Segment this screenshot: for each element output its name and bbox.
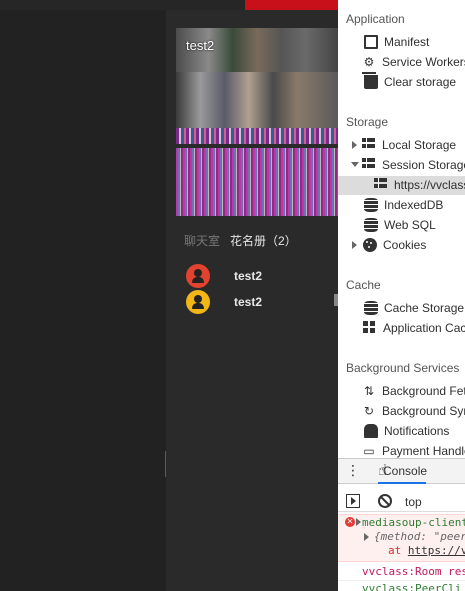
console-log-message[interactable]: vvclass:PeerCli (338, 582, 465, 591)
tab-chat[interactable]: 聊天室 (184, 232, 220, 249)
expand-arrow-icon[interactable] (364, 533, 369, 541)
sidebar-item-local-storage[interactable]: Local Storage (362, 135, 456, 155)
database-icon (364, 301, 378, 315)
sidebar-item-background-fetch[interactable]: ⇅ Background Fetch (362, 381, 465, 401)
sidebar-item-label: Cache Storage (384, 301, 465, 315)
avatar (186, 264, 210, 288)
conference-panel: test2 聊天室 花名册（2） test2 test2 (166, 10, 338, 591)
sidebar-item-websql[interactable]: Web SQL (362, 215, 436, 235)
grid-icon (363, 321, 377, 335)
roster-item-name: test2 (234, 269, 263, 283)
sync-icon: ↻ (363, 404, 375, 418)
expand-arrow-icon[interactable] (356, 518, 361, 526)
expand-arrow-icon[interactable] (352, 141, 357, 149)
stack-link[interactable]: https://v (408, 544, 465, 557)
app-sidebar-area (0, 0, 166, 591)
sidebar-item-cookies[interactable]: Cookies (362, 235, 426, 255)
sidebar-item-background-sync[interactable]: ↻ Background Sync (362, 401, 465, 421)
sidebar-item-label: IndexedDB (384, 198, 444, 212)
error-icon: ✕ (345, 517, 355, 527)
storage-grid-icon (362, 138, 376, 152)
sidebar-item-label: Manifest (384, 35, 430, 49)
section-title-storage: Storage (346, 115, 389, 129)
gear-icon: ⚙ (363, 55, 375, 69)
sidebar-item-label: Notifications (384, 424, 450, 438)
console-error-message[interactable]: ✕ mediasoup-client {method: "peer at htt… (338, 514, 465, 562)
section-title-cache: Cache (346, 278, 381, 292)
expand-arrow-icon[interactable] (352, 241, 357, 249)
stack-at-label: at (388, 544, 402, 557)
user-icon (194, 295, 202, 303)
sidebar-item-label: Cookies (383, 238, 427, 252)
sidebar-item-label: Web SQL (384, 218, 436, 232)
sidebar-item-label: Application Cache (383, 321, 465, 335)
avatar (186, 290, 210, 314)
sidebar-item-session-origin[interactable]: https://vvclass (374, 175, 465, 195)
sidebar-item-label: https://vvclass (394, 178, 465, 192)
section-title-background-services: Background Services (346, 361, 460, 375)
storage-grid-icon (374, 178, 388, 192)
clear-console-icon[interactable] (378, 494, 392, 508)
more-tabs-icon[interactable]: ⋮ (346, 462, 361, 479)
hand-cursor-icon: ☝ (378, 462, 388, 479)
context-selector[interactable]: top (405, 495, 422, 509)
storage-grid-icon (362, 158, 376, 172)
sidebar-item-label: Local Storage (382, 138, 457, 152)
sidebar-item-clear-storage[interactable]: Clear storage (362, 72, 456, 92)
app-top-bar (0, 0, 340, 10)
section-title-application: Application (346, 12, 405, 26)
sidebar-item-label: Session Storage (382, 158, 465, 172)
sidebar-item-label: Background Fetch (382, 384, 465, 398)
up-down-arrows-icon: ⇅ (363, 384, 375, 398)
card-icon: ▭ (363, 444, 375, 458)
document-icon (364, 35, 378, 49)
console-toolbar: top (338, 490, 465, 512)
database-icon (364, 218, 378, 232)
error-source: mediasoup-client (362, 516, 465, 529)
app-top-accent-bar (245, 0, 340, 10)
roster-item-name: test2 (234, 295, 263, 309)
collapse-arrow-icon[interactable] (351, 162, 359, 167)
sidebar-item-label: Payment Handler (382, 444, 465, 458)
video-tile-noise (176, 128, 338, 144)
video-grid (176, 28, 338, 216)
bell-icon (364, 424, 378, 438)
toggle-sidebar-icon[interactable] (346, 494, 360, 508)
tab-roster[interactable]: 花名册（2） (230, 232, 297, 249)
sidebar-item-manifest[interactable]: Manifest (362, 32, 429, 52)
cookie-icon (363, 238, 377, 252)
sidebar-item-session-storage[interactable]: Session Storage (362, 155, 465, 175)
drawer-toolbar: ⋮ Console ☝ (338, 458, 465, 484)
sidebar-item-service-workers[interactable]: ⚙ Service Workers (362, 52, 465, 72)
user-icon-body (192, 303, 204, 309)
devtools-panel: Application Manifest ⚙ Service Workers C… (338, 0, 465, 591)
user-icon (194, 269, 202, 277)
tab-console[interactable]: Console (383, 464, 427, 478)
video-tile[interactable] (176, 72, 338, 128)
sidebar-item-notifications[interactable]: Notifications (362, 421, 449, 441)
error-object: {method: "peer (374, 530, 465, 543)
sidebar-item-label: Background Sync (382, 404, 465, 418)
roster-item[interactable]: test2 (186, 264, 262, 288)
roster-item[interactable]: test2 (186, 290, 262, 314)
sidebar-item-label: Service Workers (382, 55, 465, 69)
sidebar-item-indexeddb[interactable]: IndexedDB (362, 195, 443, 215)
trash-icon (362, 72, 378, 89)
panel-tabs: 聊天室 花名册（2） (184, 231, 297, 249)
sidebar-item-label: Clear storage (384, 75, 457, 89)
sidebar-item-cache-storage[interactable]: Cache Storage (362, 298, 464, 318)
active-tab-indicator (378, 482, 426, 484)
video-tile[interactable] (176, 148, 338, 216)
error-stack-line: at https://v (388, 544, 465, 557)
user-icon-body (192, 277, 204, 283)
video-participant-name: test2 (186, 38, 215, 53)
database-icon (364, 198, 378, 212)
console-log-message[interactable]: vvclass:Room res (338, 563, 465, 581)
sidebar-item-application-cache[interactable]: Application Cache (362, 318, 465, 338)
